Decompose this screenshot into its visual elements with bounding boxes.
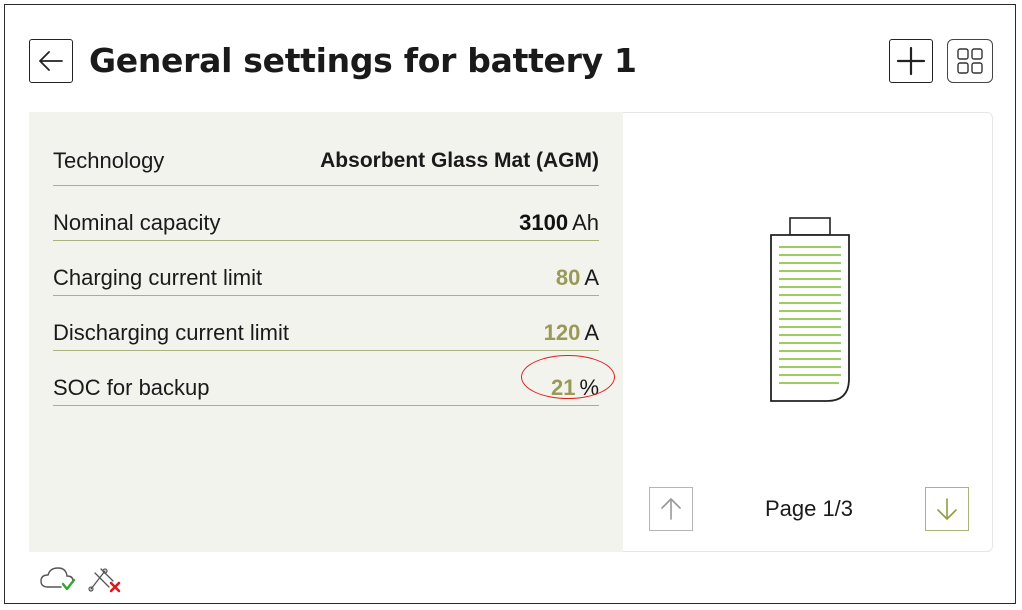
add-button[interactable] [889, 39, 933, 83]
page-down-button[interactable] [925, 487, 969, 531]
value-unit: A [584, 265, 599, 290]
arrow-down-icon [937, 498, 957, 520]
page-indicator: Page 1/3 [764, 496, 854, 521]
highlight-circle [521, 355, 615, 399]
setting-row-nominal-capacity[interactable]: Nominal capacity 3100 Ah [53, 186, 599, 241]
cloud-check-icon [40, 567, 76, 591]
value-number: 120 [543, 320, 581, 345]
arrow-up-icon [661, 498, 681, 520]
settings-list: Technology Absorbent Glass Mat (AGM) Nom… [53, 112, 615, 406]
grid-view-button[interactable] [947, 39, 993, 83]
grid-icon [957, 48, 983, 74]
setting-row-charging-current-limit[interactable]: Charging current limit 80 A [53, 241, 599, 296]
setting-label: SOC for backup [53, 375, 210, 400]
settings-panel: Technology Absorbent Glass Mat (AGM) Nom… [29, 112, 623, 552]
back-button[interactable] [29, 39, 73, 83]
battery-icon [770, 217, 850, 402]
connection-error-icon [88, 568, 121, 593]
setting-row-discharging-current-limit[interactable]: Discharging current limit 120 A [53, 296, 599, 351]
technology-value: Absorbent Glass Mat (AGM) [320, 149, 599, 172]
page-up-button[interactable] [649, 487, 693, 531]
charging-current-limit-value: 80 A [556, 263, 599, 293]
app-window: General settings for battery 1 Technolog… [4, 4, 1016, 604]
value-unit: Ah [572, 210, 599, 235]
setting-row-soc-for-backup[interactable]: SOC for backup 21% [53, 351, 615, 406]
arrow-left-icon [39, 51, 63, 71]
value-number: 3100 [519, 210, 569, 235]
nominal-capacity-value: 3100 Ah [519, 208, 599, 238]
value-number: 80 [555, 265, 581, 290]
setting-row-technology[interactable]: Technology Absorbent Glass Mat (AGM) [53, 112, 599, 186]
value-unit: A [584, 320, 599, 345]
page-title: General settings for battery 1 [89, 41, 637, 80]
battery-panel: Page 1/3 [623, 112, 993, 552]
plus-icon [896, 46, 926, 76]
discharging-current-limit-value: 120 A [544, 318, 599, 348]
